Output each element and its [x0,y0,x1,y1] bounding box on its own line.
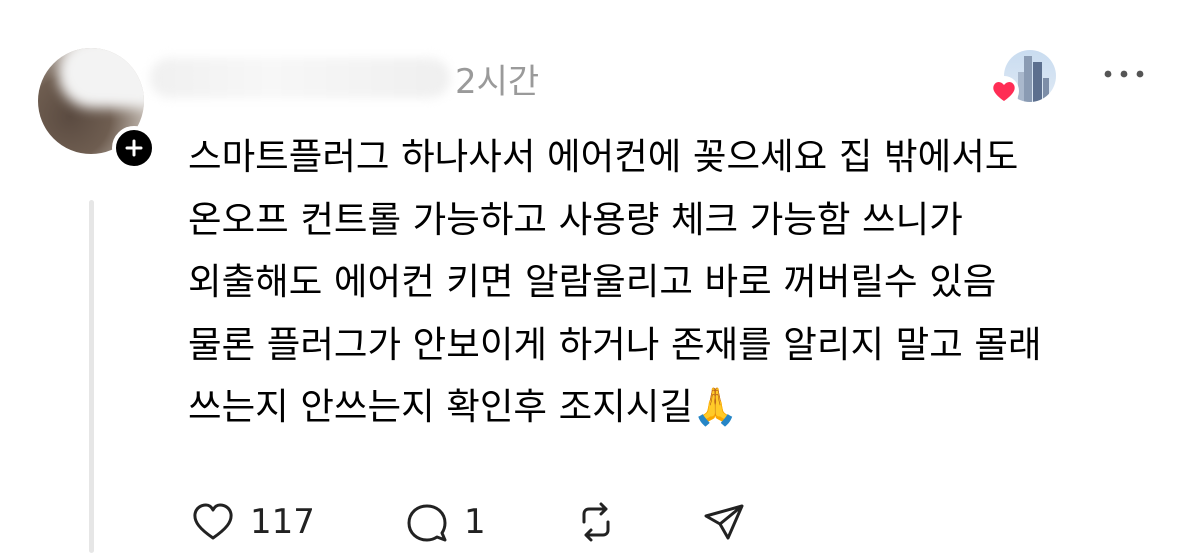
reply-count: 1 [464,502,486,542]
post-time: 2시간 [455,62,540,102]
follow-button[interactable] [112,126,156,170]
plus-icon [125,139,143,157]
heart-icon [988,76,1020,110]
reply-icon [407,504,447,542]
username-redaction [150,58,450,98]
share-icon [704,504,744,540]
thread-line [89,200,94,553]
share-button[interactable] [702,500,746,544]
repost-icon [582,502,610,542]
repost-button[interactable] [574,500,618,544]
like-icon [193,503,233,540]
like-button[interactable]: 117 [190,500,315,544]
more-icon [1104,70,1144,78]
like-count: 117 [250,502,315,542]
reply-button[interactable]: 1 [404,500,486,544]
more-button[interactable] [1100,64,1148,88]
avatar-redaction [58,48,144,108]
post-text: 스마트플러그 하나사서 에어컨에 꽂으세요 집 밖에서도 온오프 컨트롤 가능하… [188,135,1042,428]
